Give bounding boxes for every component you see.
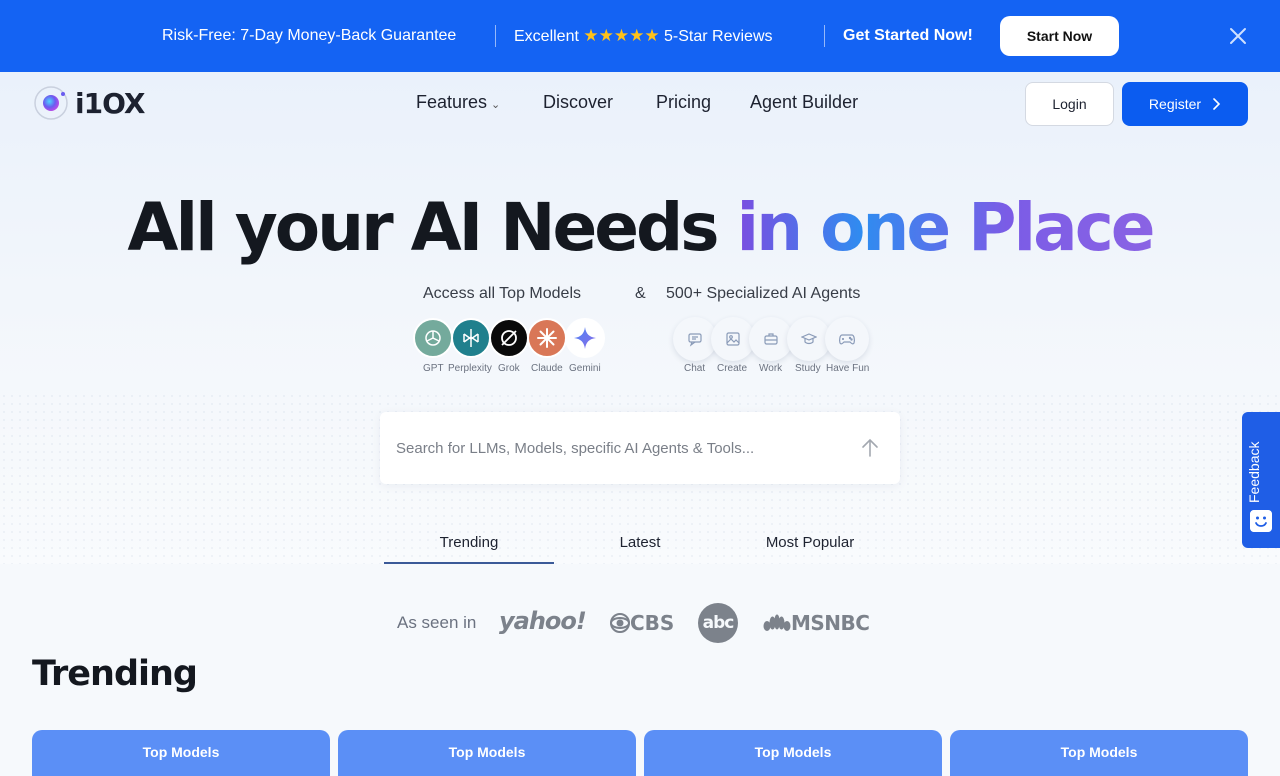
section-title: Trending [32,654,198,694]
sub-agents: 500+ Specialized AI Agents [666,285,861,302]
grok-icon[interactable] [489,318,529,358]
hero-section [0,72,1280,564]
cbs-eye-icon [610,613,630,633]
nav-agent-builder[interactable]: Agent Builder [750,92,858,113]
five-star-icon: ★★★★★ [583,26,660,45]
sub-models: Access all Top Models [423,285,581,302]
guarantee-text: Risk-Free: 7-Day Money-Back Guarantee [162,27,457,44]
register-button[interactable]: Register [1122,82,1248,126]
card-top-models[interactable]: Top Models [338,730,636,776]
tab-latest[interactable]: Latest [555,534,725,564]
nav-features[interactable]: Features ⌄ [416,92,500,113]
get-started-link[interactable]: Get Started Now! [843,26,973,46]
agent-caption-work: Work [759,363,783,374]
close-icon[interactable] [1226,24,1250,48]
abc-logo: abc [698,603,738,643]
have-fun-icon[interactable] [825,317,869,361]
tab-trending[interactable]: Trending [384,534,554,564]
excellent-label: Excellent [514,28,579,45]
banner-divider [495,25,496,47]
logo[interactable]: i1OX [33,85,145,121]
nav-features-label: Features [416,92,488,112]
reviews-text: Excellent ★★★★★ 5-Star Reviews [514,26,773,47]
agent-caption-chat: Chat [684,363,706,374]
card-top-models[interactable]: Top Models [950,730,1248,776]
claude-icon[interactable] [527,318,567,358]
banner-divider [824,25,825,47]
gemini-icon[interactable] [565,318,605,358]
logo-text: i1OX [75,86,145,120]
headline-plain: All your AI Needs [127,189,719,266]
agent-caption-study: Study [795,363,821,374]
chevron-right-icon [1213,98,1221,110]
start-now-button[interactable]: Start Now [1000,16,1119,56]
promo-banner: Risk-Free: 7-Day Money-Back Guarantee Ex… [0,0,1280,72]
chevron-down-icon: ⌄ [491,99,501,111]
tab-most-popular[interactable]: Most Popular [725,534,895,564]
gpt-icon[interactable] [413,318,453,358]
nav-discover[interactable]: Discover [543,92,613,113]
headline-gradient: in one Place [736,189,1156,266]
register-label: Register [1148,96,1202,112]
model-caption-perplexity: Perplexity [448,363,492,374]
smiley-icon [1250,510,1272,532]
yahoo-logo: yahoo! [499,607,587,635]
sub-amp: & [635,285,646,302]
nav-pricing[interactable]: Pricing [656,92,711,113]
cbs-text: CBS [630,611,675,635]
as-seen-in-label: As seen in [397,613,477,632]
agent-caption-have-fun: Have Fun [826,363,870,374]
card-top-models[interactable]: Top Models [644,730,942,776]
arrow-up-icon[interactable] [858,436,882,460]
login-button[interactable]: Login [1025,82,1114,126]
search-box [380,412,900,484]
msnbc-logo: MSNBC [763,611,870,635]
model-caption-grok: Grok [498,363,520,374]
msnbc-text: MSNBC [791,611,870,635]
perplexity-icon[interactable] [451,318,491,358]
agent-caption-create: Create [717,363,748,374]
feedback-tab[interactable]: Feedback [1242,412,1280,548]
model-caption-claude: Claude [531,363,563,374]
card-top-models[interactable]: Top Models [32,730,330,776]
model-caption-gpt: GPT [423,363,444,374]
reviews-label: 5-Star Reviews [664,28,773,45]
hero-headline: All your AI Needs in one Place [0,186,1280,270]
search-input[interactable] [396,436,836,460]
model-caption-gemini: Gemini [569,363,601,374]
feedback-label: Feedback [1246,441,1262,503]
logo-orb-icon [34,86,68,120]
cbs-logo: CBS [610,611,674,635]
peacock-icon [763,614,791,631]
